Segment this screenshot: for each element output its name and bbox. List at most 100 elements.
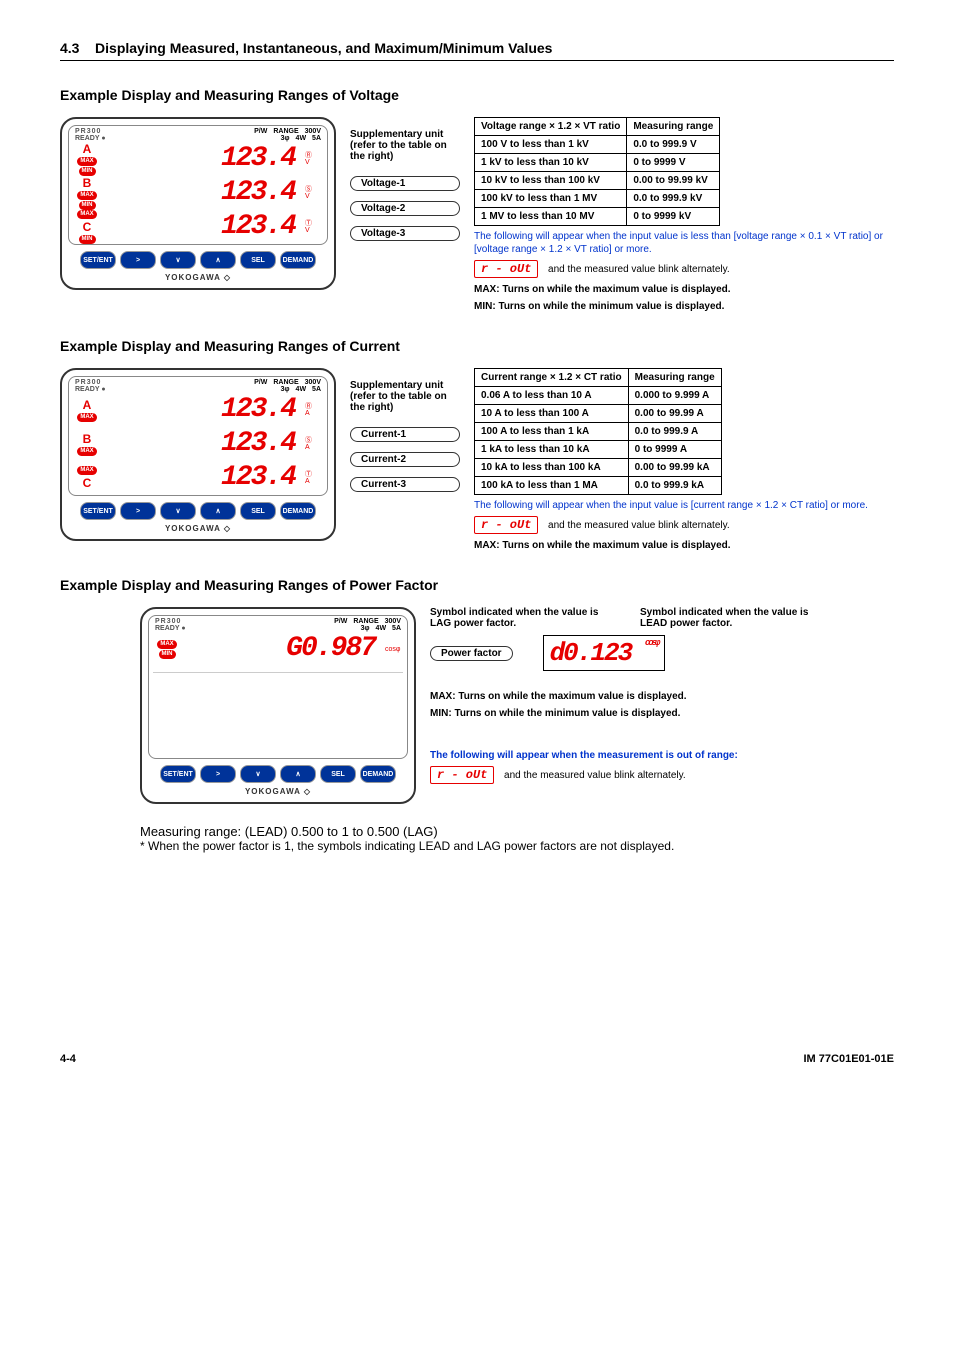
cell: 1 kV to less than 10 kV: [475, 154, 627, 172]
min-badge: MIN: [79, 235, 96, 244]
next-button[interactable]: >: [120, 251, 156, 269]
min-text: : Turns on while the minimum value is di…: [448, 708, 680, 719]
table-row: 100 kA to less than 1 MA0.0 to 999.9 kA: [475, 477, 722, 495]
max-badge: MAX: [77, 210, 96, 219]
cell: 0.0 to 999.9 kA: [628, 477, 721, 495]
pf-max-note: MAX: Turns on while the maximum value is…: [430, 691, 894, 702]
current-block: PR300 P/W RANGE 300V READY ● 3φ 4W 5A A: [60, 368, 894, 551]
down-button[interactable]: ∨: [160, 502, 196, 520]
pw-label: P/W: [254, 128, 267, 135]
crange-label: 5A: [312, 135, 321, 142]
section-header: 4.3 Displaying Measured, Instantaneous, …: [60, 40, 894, 61]
current-table-wrap: Current range × 1.2 × CT ratio Measuring…: [474, 368, 894, 551]
pf-unit: cosφ: [385, 646, 403, 653]
down-button[interactable]: ∨: [240, 765, 276, 783]
digits-b: 123.4: [101, 179, 305, 207]
voltage-row-b: B MAX MIN 123.4 Ⓢ V: [73, 176, 323, 210]
current-row-c: MAX C 123.4 Ⓣ A: [73, 461, 323, 495]
current-range-table: Current range × 1.2 × CT ratio Measuring…: [474, 368, 722, 495]
cell: 0.0 to 999.9 kV: [627, 190, 720, 208]
lead-label: Symbol indicated when the value is LEAD …: [640, 607, 820, 629]
next-button[interactable]: >: [120, 502, 156, 520]
status-row2: READY ● 3φ 4W 5A: [73, 135, 323, 142]
up-button[interactable]: ∧: [280, 765, 316, 783]
pf-footnote: * When the power factor is 1, the symbol…: [140, 839, 894, 853]
current-row-a: A MAX 123.4 Ⓡ A: [73, 393, 323, 427]
table-row: 1 kV to less than 10 kV0 to 9999 V: [475, 154, 720, 172]
phase-c-letter: C: [83, 476, 92, 490]
demand-button[interactable]: DEMAND: [360, 765, 396, 783]
unit-c: Ⓣ A: [305, 471, 323, 485]
model-label: PR300: [75, 379, 101, 386]
pf-phase-label: MAX MIN: [153, 640, 181, 659]
crange-label: 5A: [392, 625, 401, 632]
up-button[interactable]: ∧: [200, 502, 236, 520]
phase-c-letter: C: [83, 220, 92, 234]
min-badge: MIN: [79, 201, 96, 210]
status-row: PR300 P/W RANGE 300V: [73, 128, 323, 135]
pf-rout-line: r - oUt and the measured value blink alt…: [430, 766, 894, 784]
max-badge: MAX: [77, 447, 96, 456]
sel-button[interactable]: SEL: [240, 251, 276, 269]
cos-label: cosφ: [385, 646, 403, 653]
ready-label: READY ●: [75, 386, 106, 393]
status-row2: READY ● 3φ 4W 5A: [73, 386, 323, 393]
set-ent-button[interactable]: SET/ENT: [80, 502, 116, 520]
th-ratio: Current range × 1.2 × CT ratio: [475, 369, 629, 387]
phase-c: MAX C MIN: [73, 210, 101, 244]
digits-a: 123.4: [101, 396, 305, 424]
pf-block: PR300 P/W RANGE 300V READY ● 3φ 4W 5A MA…: [140, 607, 894, 804]
set-ent-button[interactable]: SET/ENT: [160, 765, 196, 783]
sel-button[interactable]: SEL: [320, 765, 356, 783]
yokogawa-logo: YOKOGAWA ◇: [148, 787, 408, 796]
min-sym: MIN: [474, 301, 492, 312]
phase-a: A MAX: [73, 398, 101, 422]
table-header-row: Voltage range × 1.2 × VT ratio Measuring…: [475, 118, 720, 136]
demand-button[interactable]: DEMAND: [280, 251, 316, 269]
phase-b: B MAX MIN: [73, 176, 101, 210]
down-button[interactable]: ∨: [160, 251, 196, 269]
voltage-rout-line: r - oUt and the measured value blink alt…: [474, 260, 894, 278]
cell: 1 kA to less than 10 kA: [475, 441, 629, 459]
vrange-label: 300V: [385, 618, 401, 625]
lcd: PR300 P/W RANGE 300V READY ● 3φ 4W 5A A: [68, 125, 328, 245]
voltage-block: PR300 P/W RANGE 300V READY ● 3φ 4W 5A A: [60, 117, 894, 312]
current-heading: Example Display and Measuring Ranges of …: [60, 338, 894, 354]
digits-c: 123.4: [101, 464, 305, 492]
phase-label: 3φ: [281, 135, 290, 142]
table-row: 100 A to less than 1 kA0.0 to 999.9 A: [475, 423, 722, 441]
pw-label: P/W: [334, 618, 347, 625]
current-note: The following will appear when the input…: [474, 499, 894, 512]
status-row2: READY ● 3φ 4W 5A: [153, 625, 403, 632]
pf-callout: Power factor: [430, 646, 513, 661]
next-button[interactable]: >: [200, 765, 236, 783]
pf-heading: Example Display and Measuring Ranges of …: [60, 577, 894, 593]
set-ent-button[interactable]: SET/ENT: [80, 251, 116, 269]
status-right2: 3φ 4W 5A: [361, 625, 401, 632]
status-right: P/W RANGE 300V: [254, 379, 321, 386]
max-sym: MAX: [474, 284, 496, 295]
demand-button[interactable]: DEMAND: [280, 502, 316, 520]
unit-c-v: V: [305, 227, 323, 234]
vrange-label: 300V: [305, 379, 321, 386]
section-number: 4.3: [60, 40, 79, 56]
yokogawa-logo: YOKOGAWA ◇: [68, 524, 328, 533]
range-label: RANGE: [273, 128, 298, 135]
ready-label: READY ●: [155, 625, 186, 632]
table-row: 1 kA to less than 10 kA0 to 9999 A: [475, 441, 722, 459]
voltage-min-note: MIN: Turns on while the minimum value is…: [474, 301, 894, 312]
voltage3-callout: Voltage-3: [350, 226, 460, 241]
digits-b: 123.4: [101, 430, 305, 458]
up-button[interactable]: ∧: [200, 251, 236, 269]
rout-icon: r - oUt: [474, 260, 538, 278]
range-label: RANGE: [273, 379, 298, 386]
cell: 100 A to less than 1 kA: [475, 423, 629, 441]
unit-a: Ⓡ V: [305, 152, 323, 166]
sel-button[interactable]: SEL: [240, 502, 276, 520]
sup-unit-label: Supplementary unit (refer to the table o…: [350, 129, 460, 162]
table-row: 10 A to less than 100 A0.00 to 99.99 A: [475, 405, 722, 423]
current1-callout: Current-1: [350, 427, 460, 442]
cell: 0.000 to 9.999 A: [628, 387, 721, 405]
min-badge: MIN: [159, 650, 176, 659]
cell: 100 kA to less than 1 MA: [475, 477, 629, 495]
